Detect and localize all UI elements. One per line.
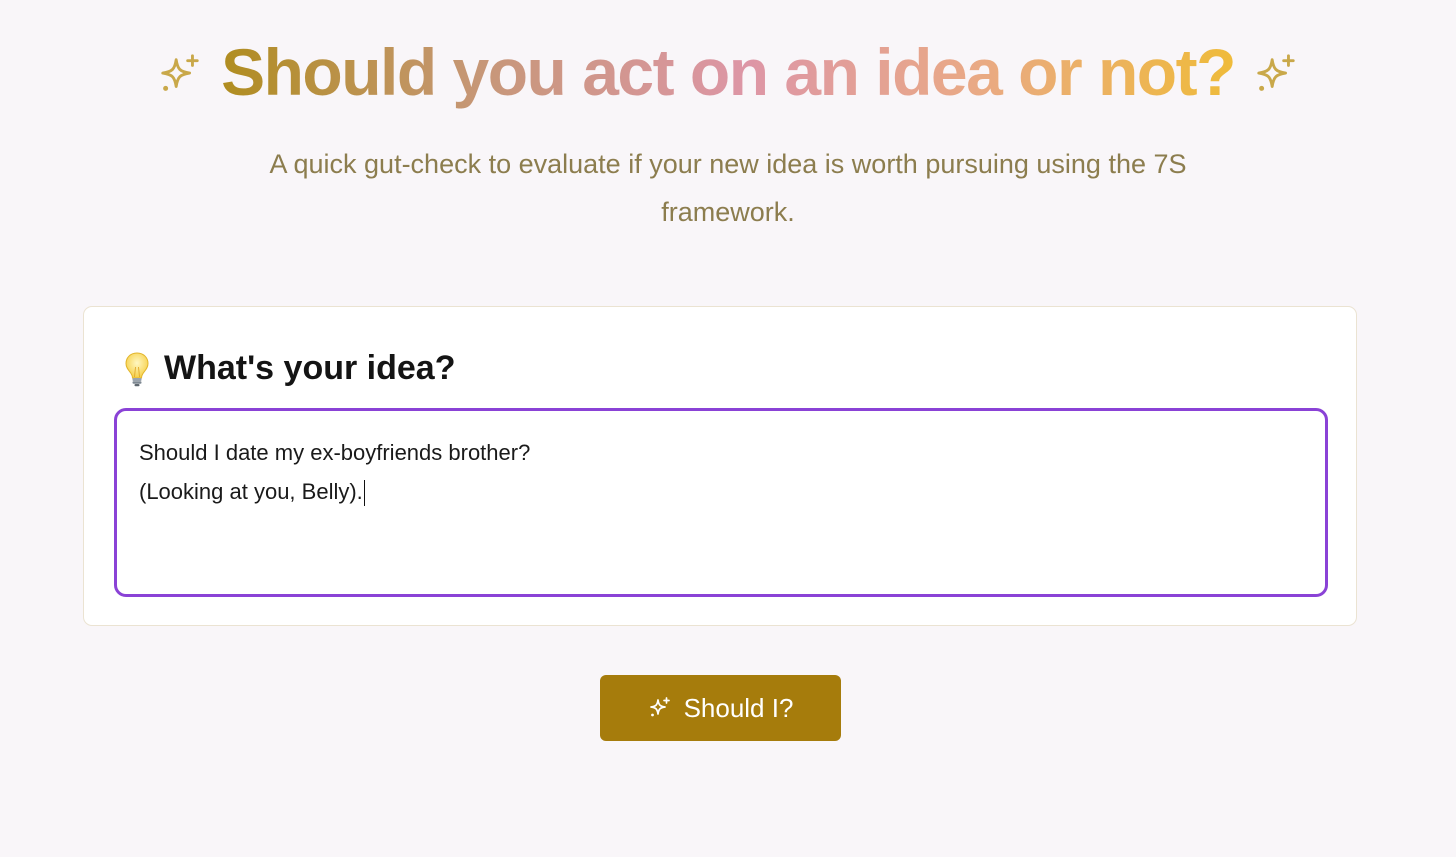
lightbulb-icon [122,351,152,387]
should-i-button[interactable]: Should I? [600,675,841,741]
idea-card-header: What's your idea? [122,349,455,388]
should-i-button-label: Should I? [683,692,794,723]
sparkles-icon [648,696,672,720]
page-subtitle: A quick gut-check to evaluate if your ne… [269,149,1187,227]
sparkles-icon [157,52,203,98]
idea-input-value: Should I date my ex-boyfriends brother? … [139,440,531,504]
idea-card: What's your idea? Should I date my ex-bo… [83,306,1357,626]
sparkles-icon [1253,52,1299,98]
idea-input[interactable]: Should I date my ex-boyfriends brother? … [114,408,1328,597]
page-header: Should you act on an idea or not? [0,30,1456,120]
page-title: Should you act on an idea or not? [221,35,1236,109]
text-cursor [363,480,366,507]
idea-card-heading: What's your idea? [164,349,456,387]
title-row: Should you act on an idea or not? [157,39,1299,111]
